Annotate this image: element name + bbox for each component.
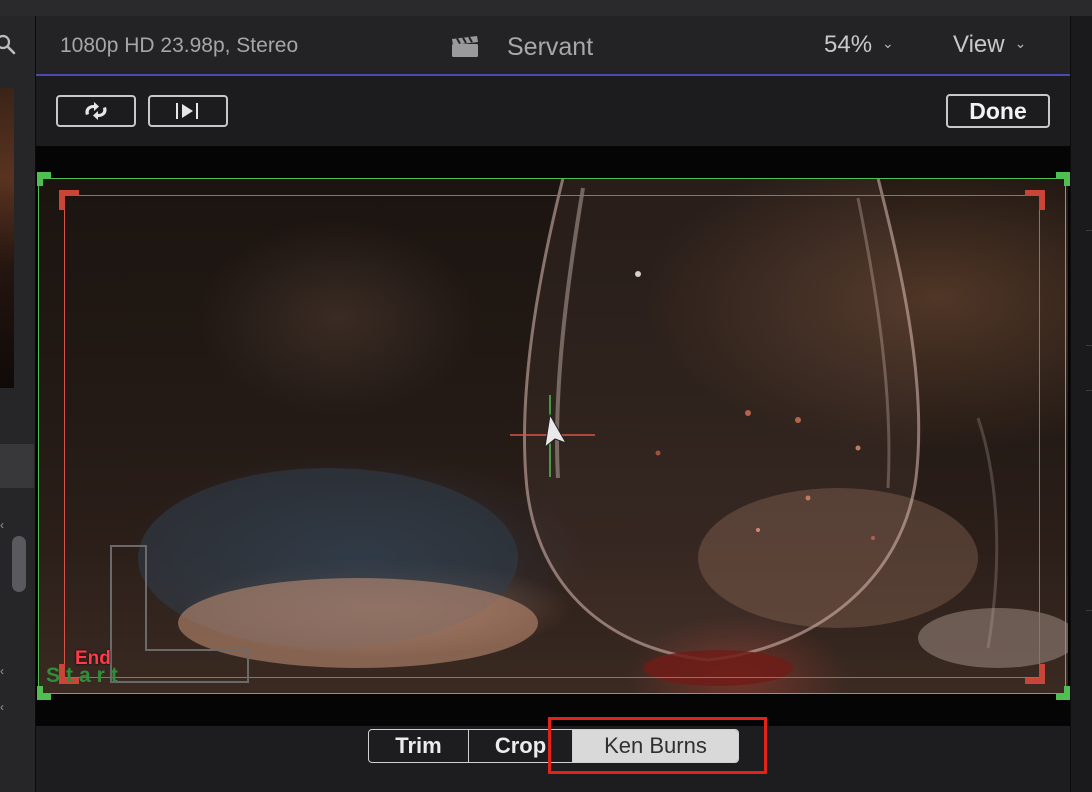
swap-start-end-button[interactable] — [56, 95, 136, 127]
trim-mode-button[interactable]: Trim — [369, 730, 469, 762]
view-label: View — [953, 31, 1005, 58]
swap-arrows-icon — [85, 102, 107, 120]
divider — [1086, 610, 1092, 611]
end-label: End — [75, 648, 111, 669]
clapperboard-icon — [452, 36, 478, 57]
divider — [1086, 345, 1092, 346]
done-button[interactable]: Done — [946, 94, 1050, 128]
chevron-left-icon[interactable]: ‹ — [0, 700, 6, 714]
zoom-value: 54% — [824, 31, 873, 58]
start-handle-top-left[interactable] — [37, 172, 51, 186]
motion-arrow-outline — [110, 545, 249, 683]
browser-list-row[interactable] — [0, 444, 34, 488]
start-handle-top-right[interactable] — [1056, 172, 1070, 186]
play-to-end-icon — [176, 103, 198, 119]
start-handle-bottom-right[interactable] — [1056, 686, 1070, 700]
sidebar-scrollbar[interactable] — [12, 536, 26, 592]
chevron-down-icon: ⌄ — [1014, 35, 1027, 51]
clip-thumbnail[interactable] — [0, 88, 14, 388]
divider — [1086, 390, 1092, 391]
window-top-strip — [0, 0, 1092, 17]
chevron-left-icon[interactable]: ‹ — [0, 518, 6, 532]
search-icon[interactable] — [0, 34, 18, 56]
start-handle-bottom-left[interactable] — [37, 686, 51, 700]
zoom-dropdown[interactable]: 54% ⌄ — [824, 31, 894, 59]
chevron-left-icon[interactable]: ‹ — [0, 664, 6, 678]
view-menu[interactable]: View ⌄ — [953, 31, 1026, 59]
chevron-down-icon: ⌄ — [882, 35, 894, 51]
divider — [1086, 230, 1092, 231]
project-title: Servant — [507, 33, 594, 61]
play-range-button[interactable] — [148, 95, 228, 127]
center-crosshair-icon[interactable] — [510, 395, 600, 480]
inspector-edge — [1070, 16, 1092, 792]
format-info: 1080p HD 23.98p, Stereo — [60, 34, 299, 57]
annotation-highlight-box — [548, 717, 767, 774]
